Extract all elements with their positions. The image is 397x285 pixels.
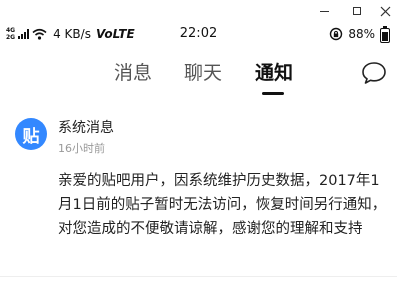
maximize-button[interactable] bbox=[342, 0, 372, 22]
app-window: 4G 2G 4 KB/s VoLTE 22:02 88% 消息 聊天 通知 贴 … bbox=[0, 0, 397, 285]
battery-icon bbox=[380, 25, 391, 43]
message-timestamp: 16小时前 bbox=[58, 142, 105, 155]
window-titlebar bbox=[0, 0, 397, 22]
tab-chat[interactable]: 聊天 bbox=[184, 58, 222, 88]
tab-notifications[interactable]: 通知 bbox=[255, 58, 293, 88]
battery-percent: 88% bbox=[348, 27, 375, 41]
chat-bubble-icon bbox=[362, 62, 386, 84]
divider bbox=[0, 276, 397, 277]
avatar[interactable]: 贴 bbox=[15, 118, 47, 150]
message-sender: 系统消息 bbox=[58, 120, 114, 136]
minimize-icon bbox=[319, 10, 329, 12]
active-tab-indicator bbox=[262, 92, 284, 95]
avatar-glyph: 贴 bbox=[22, 126, 40, 147]
minimize-button[interactable] bbox=[309, 0, 339, 22]
message-body: 亲爱的贴吧用户，因系统维护历史数据，2017年1月1日前的贴子暂时无法访问，恢复… bbox=[58, 173, 387, 237]
status-bar: 4G 2G 4 KB/s VoLTE 22:02 88% bbox=[0, 22, 397, 46]
tab-messages[interactable]: 消息 bbox=[114, 58, 152, 88]
close-button[interactable] bbox=[370, 0, 397, 22]
maximize-icon bbox=[353, 7, 361, 15]
chat-bubble-button[interactable] bbox=[359, 60, 389, 86]
close-icon bbox=[380, 6, 390, 16]
status-bar-right: 88% bbox=[329, 25, 391, 43]
rotation-lock-icon bbox=[330, 27, 343, 41]
tab-bar: 消息 聊天 通知 bbox=[0, 50, 397, 96]
